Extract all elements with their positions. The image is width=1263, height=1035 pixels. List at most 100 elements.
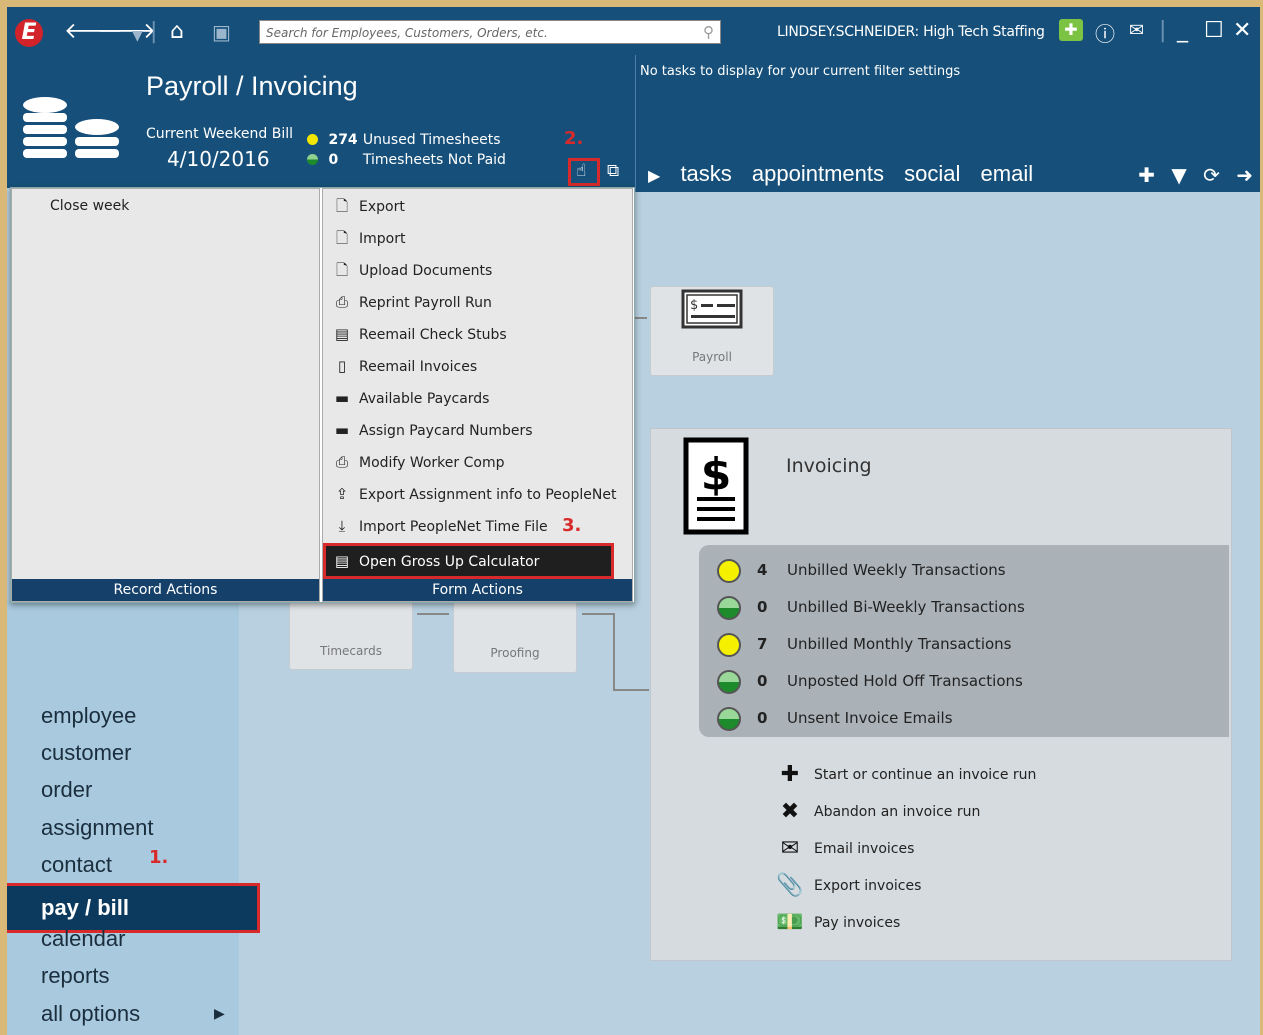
popout-icon[interactable]: ⧉ <box>607 161 619 181</box>
menu-item-reemail-invoices[interactable]: ▯ Reemail Invoices <box>331 353 621 379</box>
first-aid-icon[interactable]: ✚ <box>1059 19 1083 41</box>
tab-appointments[interactable]: appointments <box>752 161 884 186</box>
nav-employee[interactable]: employee <box>41 703 136 729</box>
help-icon[interactable]: ⓘ <box>1095 18 1115 47</box>
nav-calendar[interactable]: calendar <box>41 926 125 952</box>
tab-email[interactable]: email <box>981 161 1034 186</box>
pay-invoices-link[interactable]: 💵 Pay invoices <box>774 908 900 938</box>
status-row[interactable]: 0 Unsent Invoice Emails <box>717 703 1217 733</box>
upload-icon: ⇪ <box>335 485 349 503</box>
app-logo[interactable]: E <box>15 19 43 47</box>
app-window: E 🡐 🡒 ▼ | ⌂ ▣ ⚲ LINDSEY.SCHNEIDER: High … <box>7 7 1260 1035</box>
invoice-icon: ▯ <box>337 357 347 375</box>
envelope-icon: ✉ <box>780 836 800 861</box>
close-week-item[interactable]: Close week <box>50 198 129 214</box>
filter-icon[interactable]: ▼ <box>1171 163 1186 187</box>
arrow-right-icon[interactable]: ➜ <box>1236 163 1253 187</box>
page-header: Payroll / Invoicing Current Weekend Bill… <box>7 55 635 188</box>
tab-tasks[interactable]: tasks <box>680 161 731 186</box>
calculator-icon: ▤ <box>334 552 350 570</box>
download-icon: ⤓ <box>338 517 346 535</box>
coins-icon <box>23 97 119 158</box>
proofing-card[interactable]: Proofing <box>453 601 577 673</box>
export-invoices-link[interactable]: 📎 Export invoices <box>774 871 921 901</box>
document-icon: 🗋 <box>335 261 349 279</box>
connector-line <box>417 613 449 615</box>
document-icon: 🗋 <box>335 197 349 215</box>
weekend-label: Current Weekend Bill <box>146 126 293 142</box>
search-box[interactable]: ⚲ <box>259 20 721 44</box>
invoicing-title: Invoicing <box>786 455 872 477</box>
page-title: Payroll / Invoicing <box>146 71 358 101</box>
history-dropdown-icon[interactable]: ▼ <box>132 23 143 49</box>
close-icon[interactable]: ✕ <box>1233 18 1251 43</box>
status-row[interactable]: 4 Unbilled Weekly Transactions <box>717 555 1217 585</box>
save-icon[interactable]: ▣ <box>212 19 231 45</box>
yellow-status-icon <box>307 134 318 145</box>
nav-contact[interactable]: contact <box>41 852 112 878</box>
menu-item-available-paycards[interactable]: ▬ Available Paycards <box>331 385 621 411</box>
nav-reports[interactable]: reports <box>41 963 109 989</box>
minimize-icon[interactable]: _ <box>1177 18 1188 43</box>
timecards-card[interactable]: Timecards <box>289 601 413 670</box>
pointer-hand-icon[interactable]: ☝ <box>576 161 586 181</box>
divider: | <box>1159 18 1167 43</box>
add-icon[interactable]: ✚ <box>1138 163 1155 187</box>
user-label: LINDSEY.SCHNEIDER: High Tech Staffing <box>777 24 1045 40</box>
status-row[interactable]: 0 Unposted Hold Off Transactions <box>717 666 1217 696</box>
record-actions-column: Close week Record Actions <box>11 188 320 602</box>
nav-order[interactable]: order <box>41 777 92 803</box>
tab-social[interactable]: social <box>904 161 960 186</box>
expand-arrow-icon[interactable]: ▶ <box>648 166 660 185</box>
card-icon: ▬ <box>334 421 350 439</box>
printer-icon: ⎙ <box>335 293 348 311</box>
submenu-arrow-icon: ▶ <box>214 1005 225 1021</box>
stat-unused-timesheets[interactable]: 274 Unused Timesheets <box>307 132 501 148</box>
connector-line <box>633 317 647 319</box>
status-row[interactable]: 0 Unbilled Bi-Weekly Transactions <box>717 592 1217 622</box>
refresh-icon[interactable]: ⟳ <box>1203 163 1220 187</box>
title-bar: E 🡐 🡒 ▼ | ⌂ ▣ ⚲ LINDSEY.SCHNEIDER: High … <box>7 7 1260 55</box>
status-row[interactable]: 7 Unbilled Monthly Transactions <box>717 629 1217 659</box>
nav-pay-bill[interactable]: pay / bill <box>7 883 260 933</box>
invoicing-panel: $ Invoicing 4 Unbilled Weekly Transaction… <box>650 428 1232 961</box>
menu-item-export[interactable]: 🗋 Export <box>331 193 621 219</box>
menu-item-import[interactable]: 🗋 Import <box>331 225 621 251</box>
tasks-toolbar: ✚ ▼ ⟳ ➜ <box>1128 163 1253 187</box>
menu-item-open-gross-up-calculator[interactable]: ▤ Open Gross Up Calculator <box>323 543 614 579</box>
nav-customer[interactable]: customer <box>41 740 131 766</box>
abandon-invoice-run-link[interactable]: ✖ Abandon an invoice run <box>774 797 981 827</box>
maximize-icon[interactable]: ☐ <box>1204 18 1224 43</box>
no-tasks-message: No tasks to display for your current fil… <box>640 64 961 79</box>
menu-item-assign-paycard-numbers[interactable]: ▬ Assign Paycard Numbers <box>331 417 621 443</box>
annotation-3: 3. <box>562 515 582 536</box>
payroll-card[interactable]: $ Payroll <box>650 286 774 376</box>
feedback-icon[interactable]: ✉ <box>1129 20 1144 41</box>
plus-icon: ✚ <box>780 762 800 787</box>
menu-item-modify-worker-comp[interactable]: ⎙ Modify Worker Comp <box>331 449 621 475</box>
search-icon[interactable]: ⚲ <box>703 23 714 41</box>
nav-assignment[interactable]: assignment <box>41 815 154 841</box>
yellow-status-icon <box>717 558 741 583</box>
menu-item-upload-documents[interactable]: 🗋 Upload Documents <box>331 257 621 283</box>
email-invoices-link[interactable]: ✉ Email invoices <box>774 834 915 864</box>
start-invoice-run-link[interactable]: ✚ Start or continue an invoice run <box>774 760 1037 790</box>
menu-item-reprint-payroll-run[interactable]: ⎙ Reprint Payroll Run <box>331 289 621 315</box>
home-icon[interactable]: ⌂ <box>170 19 184 45</box>
connector-line <box>582 613 614 615</box>
check-icon: $ <box>681 289 743 329</box>
x-icon: ✖ <box>780 799 800 824</box>
green-status-icon <box>717 595 741 620</box>
form-actions-column: 🗋 Export 🗋 Import 🗋 Upload Documents ⎙ Repri… <box>322 188 633 602</box>
stat-timesheets-not-paid[interactable]: 0 Timesheets Not Paid <box>307 152 506 168</box>
green-status-icon <box>717 706 741 731</box>
green-status-icon <box>717 669 741 694</box>
svg-text:$: $ <box>690 298 698 313</box>
search-input[interactable] <box>264 22 688 44</box>
forward-arrow-icon[interactable]: 🡒 <box>97 19 156 45</box>
menu-item-export-peoplenet[interactable]: ⇪ Export Assignment info to PeopleNet <box>331 481 621 507</box>
document-icon: 🗋 <box>335 229 349 247</box>
menu-item-reemail-check-stubs[interactable]: ▤ Reemail Check Stubs <box>331 321 621 347</box>
nav-all-options[interactable]: all options <box>41 1001 140 1027</box>
invoicing-status-list: 4 Unbilled Weekly Transactions 0 Unbilled … <box>699 545 1229 737</box>
